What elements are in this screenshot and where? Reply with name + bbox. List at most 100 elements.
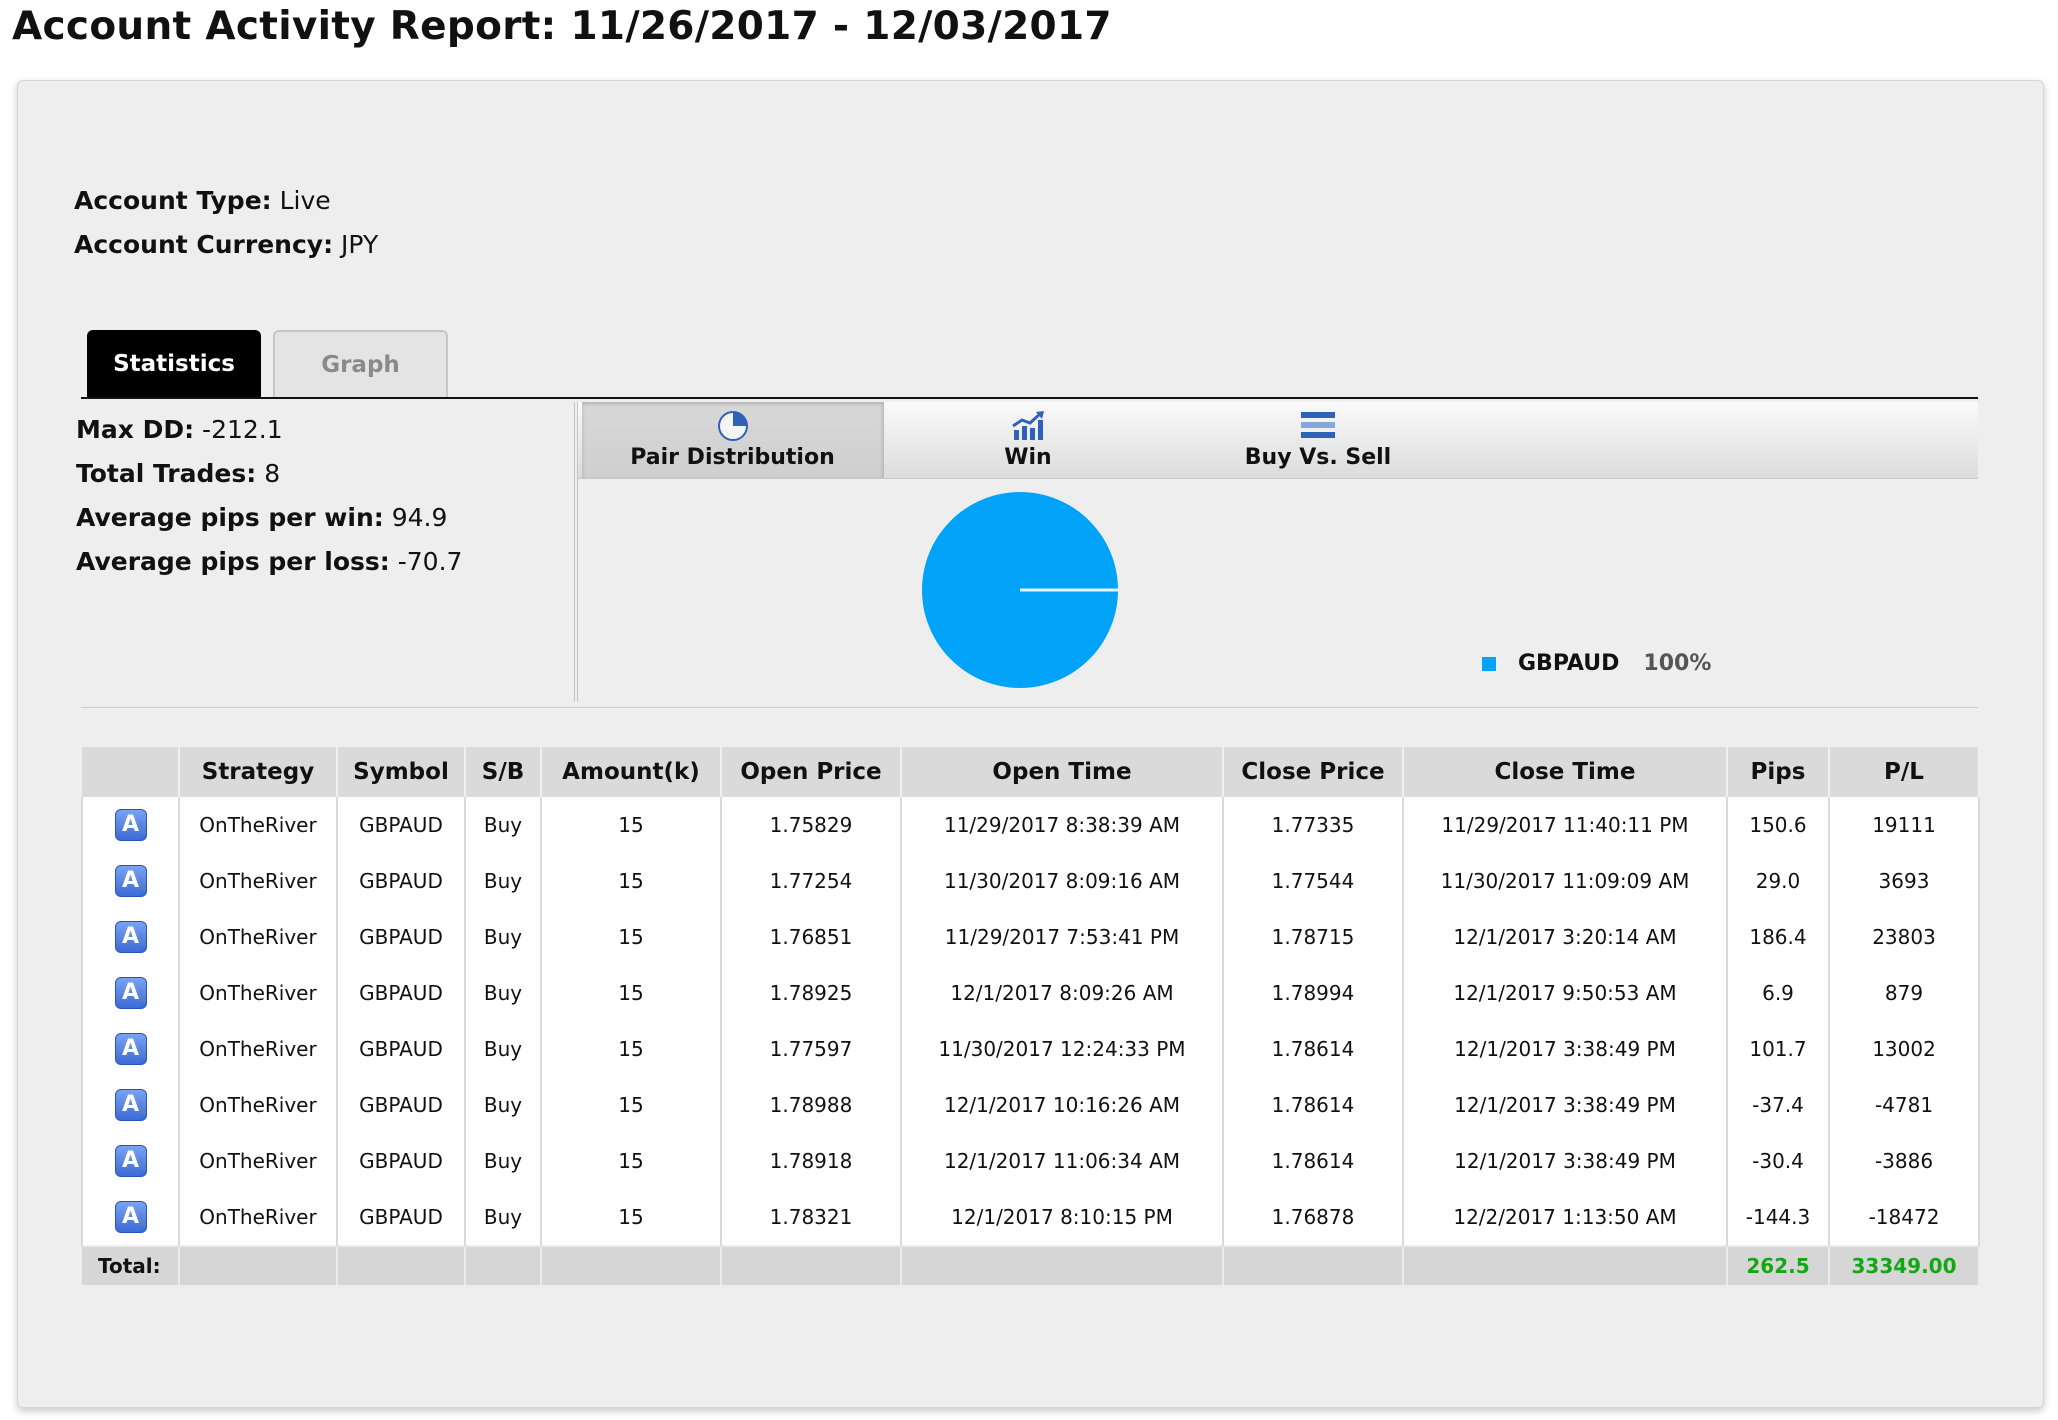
- table-row[interactable]: A OnTheRiver GBPAUD Buy 15 1.77254 11/30/2017 …: [81, 853, 1980, 909]
- col-header-pips[interactable]: Pips: [1727, 747, 1830, 797]
- cell-pips: 29.0: [1727, 853, 1830, 909]
- stat-avg-loss-label: Average pips per loss:: [76, 547, 390, 576]
- cell-symbol: GBPAUD: [337, 1077, 466, 1133]
- table-row[interactable]: A OnTheRiver GBPAUD Buy 15 1.78321 12/1/2017 8…: [81, 1189, 1980, 1246]
- col-header-close-time[interactable]: Close Time: [1403, 747, 1728, 797]
- cell-pl: 23803: [1829, 909, 1980, 965]
- strategy-a-icon[interactable]: A: [114, 809, 147, 841]
- strategy-a-icon[interactable]: A: [114, 921, 147, 953]
- strategy-a-icon[interactable]: A: [114, 1145, 147, 1177]
- cell-open-time: 11/29/2017 8:38:39 AM: [901, 797, 1224, 853]
- cell-action: A: [81, 1021, 180, 1077]
- cell-symbol: GBPAUD: [337, 909, 466, 965]
- chart-tab-buy-vs-sell[interactable]: Buy Vs. Sell: [1188, 402, 1448, 478]
- cell-action: A: [81, 1133, 180, 1189]
- col-header-open-price[interactable]: Open Price: [721, 747, 902, 797]
- cell-amount: 15: [541, 853, 722, 909]
- cell-symbol: GBPAUD: [337, 797, 466, 853]
- chart-tab-pair-distribution[interactable]: Pair Distribution: [582, 402, 884, 478]
- tab-statistics[interactable]: Statistics: [87, 330, 261, 398]
- cell-strategy: OnTheRiver: [179, 853, 338, 909]
- cell-action: A: [81, 1077, 180, 1133]
- total-pips: 262.5: [1727, 1245, 1830, 1285]
- cell-pips: 186.4: [1727, 909, 1830, 965]
- table-row[interactable]: A OnTheRiver GBPAUD Buy 15 1.78918 12/1/2017 1…: [81, 1133, 1980, 1189]
- table-row[interactable]: A OnTheRiver GBPAUD Buy 15 1.77597 11/30/2017 …: [81, 1021, 1980, 1077]
- strategy-a-icon[interactable]: A: [114, 977, 147, 1009]
- cell-open-time: 12/1/2017 8:09:26 AM: [901, 965, 1224, 1021]
- col-header-pl[interactable]: P/L: [1829, 747, 1980, 797]
- legend-swatch: [1482, 656, 1496, 671]
- cell-strategy: OnTheRiver: [179, 1021, 338, 1077]
- cell-open-time: 11/29/2017 7:53:41 PM: [901, 909, 1224, 965]
- cell-amount: 15: [541, 1077, 722, 1133]
- stat-avg-win-label: Average pips per win:: [76, 503, 384, 532]
- cell-pl: -4781: [1829, 1077, 1980, 1133]
- tab-graph[interactable]: Graph: [273, 330, 448, 398]
- chart-tab-win[interactable]: Win: [908, 402, 1148, 478]
- table-row[interactable]: A OnTheRiver GBPAUD Buy 15 1.78988 12/1/2017 1…: [81, 1077, 1980, 1133]
- cell-open-price: 1.78918: [721, 1133, 902, 1189]
- stat-total-trades-label: Total Trades:: [76, 459, 257, 488]
- account-currency: Account Currency: JPY: [74, 230, 378, 259]
- legend-percent: 100%: [1643, 651, 1712, 676]
- col-header-strategy[interactable]: Strategy: [179, 747, 338, 797]
- cell-close-price: 1.78715: [1223, 909, 1404, 965]
- cell-sb: Buy: [465, 797, 542, 853]
- cell-close-price: 1.78614: [1223, 1021, 1404, 1077]
- cell-action: A: [81, 797, 180, 853]
- stat-max-dd: Max DD: -212.1: [76, 415, 283, 444]
- cell-strategy: OnTheRiver: [179, 797, 338, 853]
- cell-close-time: 12/2/2017 1:13:50 AM: [1403, 1189, 1728, 1246]
- cell-pl: 879: [1829, 965, 1980, 1021]
- cell-close-time: 11/29/2017 11:40:11 PM: [1403, 797, 1728, 853]
- cell-close-time: 11/30/2017 11:09:09 AM: [1403, 853, 1728, 909]
- strategy-a-icon[interactable]: A: [114, 1033, 147, 1065]
- cell-open-time: 12/1/2017 10:16:26 AM: [901, 1077, 1224, 1133]
- cell-open-price: 1.76851: [721, 909, 902, 965]
- strategy-a-icon[interactable]: A: [114, 1201, 147, 1233]
- cell-symbol: GBPAUD: [337, 965, 466, 1021]
- stat-total-trades-value: 8: [264, 459, 281, 488]
- cell-close-time: 12/1/2017 3:38:49 PM: [1403, 1133, 1728, 1189]
- account-type: Account Type: Live: [74, 186, 331, 215]
- strategy-a-icon[interactable]: A: [114, 865, 147, 897]
- cell-symbol: GBPAUD: [337, 1021, 466, 1077]
- table-row[interactable]: A OnTheRiver GBPAUD Buy 15 1.78925 12/1/2017 8…: [81, 965, 1980, 1021]
- cell-pips: 150.6: [1727, 797, 1830, 853]
- col-header-action: [82, 747, 180, 797]
- cell-close-price: 1.78614: [1223, 1077, 1404, 1133]
- stat-max-dd-value: -212.1: [202, 415, 283, 444]
- stat-avg-win: Average pips per win: 94.9: [76, 503, 447, 532]
- total-row: Total: 262.5 33349.00: [82, 1245, 1980, 1285]
- table-header-row: Strategy Symbol S/B Amount(k) Open Price…: [82, 747, 1980, 797]
- total-empty-cell: [337, 1245, 466, 1285]
- cell-action: A: [81, 965, 180, 1021]
- cell-amount: 15: [541, 965, 722, 1021]
- cell-close-time: 12/1/2017 3:38:49 PM: [1403, 1077, 1728, 1133]
- chart-tabs: Pair Distribution Win Buy Vs. Sell: [578, 402, 1978, 479]
- col-header-amount[interactable]: Amount(k): [541, 747, 722, 797]
- total-empty-cell: [541, 1245, 722, 1285]
- total-label: Total:: [82, 1245, 180, 1285]
- pie-legend: GBPAUD 100%: [1482, 651, 1711, 676]
- table-row[interactable]: A OnTheRiver GBPAUD Buy 15 1.75829 11/29/2017 …: [81, 797, 1980, 853]
- tab-underline: [81, 397, 1978, 399]
- col-header-sb[interactable]: S/B: [465, 747, 542, 797]
- cell-pips: -144.3: [1727, 1189, 1830, 1246]
- cell-pl: -3886: [1829, 1133, 1980, 1189]
- cell-amount: 15: [541, 1021, 722, 1077]
- cell-open-time: 11/30/2017 8:09:16 AM: [901, 853, 1224, 909]
- strategy-a-icon[interactable]: A: [114, 1089, 147, 1121]
- cell-pips: 101.7: [1727, 1021, 1830, 1077]
- cell-strategy: OnTheRiver: [179, 1133, 338, 1189]
- cell-strategy: OnTheRiver: [179, 1077, 338, 1133]
- col-header-symbol[interactable]: Symbol: [337, 747, 466, 797]
- total-pl: 33349.00: [1829, 1245, 1980, 1285]
- cell-amount: 15: [541, 1133, 722, 1189]
- col-header-open-time[interactable]: Open Time: [901, 747, 1224, 797]
- col-header-close-price[interactable]: Close Price: [1223, 747, 1404, 797]
- table-row[interactable]: A OnTheRiver GBPAUD Buy 15 1.76851 11/29/2017 …: [81, 909, 1980, 965]
- account-currency-value: JPY: [341, 230, 379, 259]
- cell-pl: -18472: [1829, 1189, 1980, 1246]
